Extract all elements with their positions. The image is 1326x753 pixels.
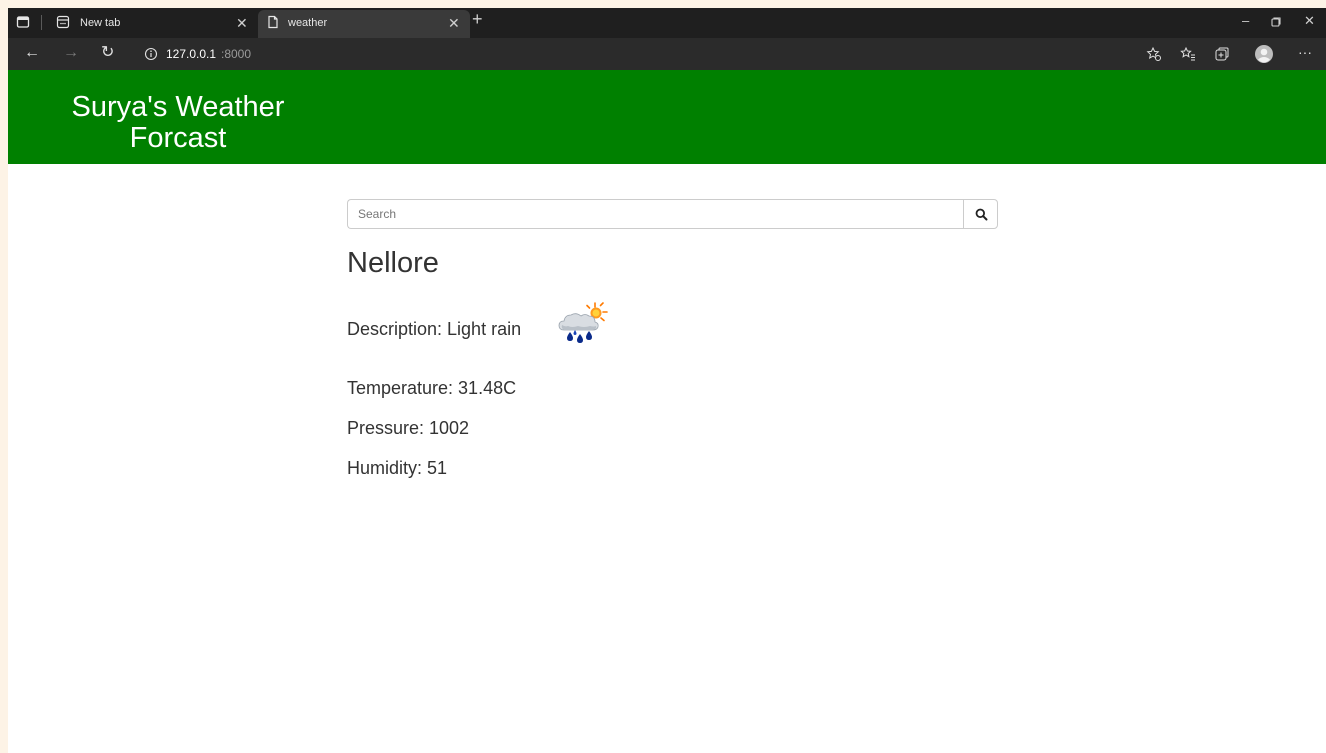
search-button[interactable] (963, 199, 998, 229)
browser-window: New tab ✕ weather ✕ + – ✕ ← → ↻ 127.0.0.… (0, 0, 1326, 753)
tab-weather[interactable]: weather ✕ (258, 10, 470, 38)
city-name: Nellore (347, 247, 439, 279)
refresh-icon[interactable]: ↻ (101, 44, 114, 62)
site-title: Surya's Weather Forcast (48, 92, 308, 154)
tab-bar: New tab ✕ weather ✕ + – ✕ (8, 8, 1326, 38)
search-icon (975, 208, 988, 221)
light-rain-weather-icon (558, 302, 608, 343)
collections-icon[interactable] (1214, 46, 1230, 62)
close-icon[interactable]: ✕ (448, 15, 460, 31)
info-icon[interactable] (144, 47, 158, 61)
close-icon[interactable]: ✕ (236, 15, 248, 31)
weather-temperature: Temperature: 31.48C (347, 378, 517, 398)
plus-icon[interactable]: + (472, 10, 483, 28)
restore-icon[interactable] (1270, 16, 1282, 28)
top-edge (0, 0, 1326, 8)
more-icon[interactable]: ··· (1298, 43, 1312, 61)
weather-description: Description: Light rain (347, 319, 522, 339)
search-input[interactable] (347, 199, 964, 229)
address-bar[interactable]: 127.0.0.1 :8000 (136, 42, 1136, 66)
address-port: :8000 (221, 47, 252, 61)
forward-arrow-icon[interactable]: → (63, 44, 79, 62)
sidebar-icon[interactable] (16, 15, 30, 29)
profile-icon[interactable] (1254, 44, 1274, 64)
left-edge (0, 8, 8, 753)
tab-label: weather (288, 17, 328, 29)
minimize-icon[interactable]: – (1242, 13, 1249, 29)
document-icon (268, 15, 278, 29)
browser-toolbar: ← → ↻ 127.0.0.1 :8000 ··· (8, 38, 1326, 70)
site-title-line1: Surya's Weather (71, 91, 285, 123)
back-arrow-icon[interactable]: ← (24, 44, 40, 62)
favorites-icon[interactable] (1180, 46, 1196, 62)
weather-humidity: Humidity: 51 (347, 458, 448, 478)
tab-new-tab[interactable]: New tab ✕ (50, 10, 258, 38)
tab-separator (41, 15, 42, 30)
weather-pressure: Pressure: 1002 (347, 418, 470, 438)
address-host: 127.0.0.1 (166, 47, 217, 61)
new-tab-page-icon (56, 15, 70, 29)
add-favorite-icon[interactable] (1146, 46, 1162, 62)
search-form (347, 199, 998, 229)
site-title-line2: Forcast (129, 122, 227, 154)
site-header: Surya's Weather Forcast (8, 70, 1326, 164)
window-close-icon[interactable]: ✕ (1304, 13, 1315, 29)
tab-label: New tab (80, 17, 121, 29)
